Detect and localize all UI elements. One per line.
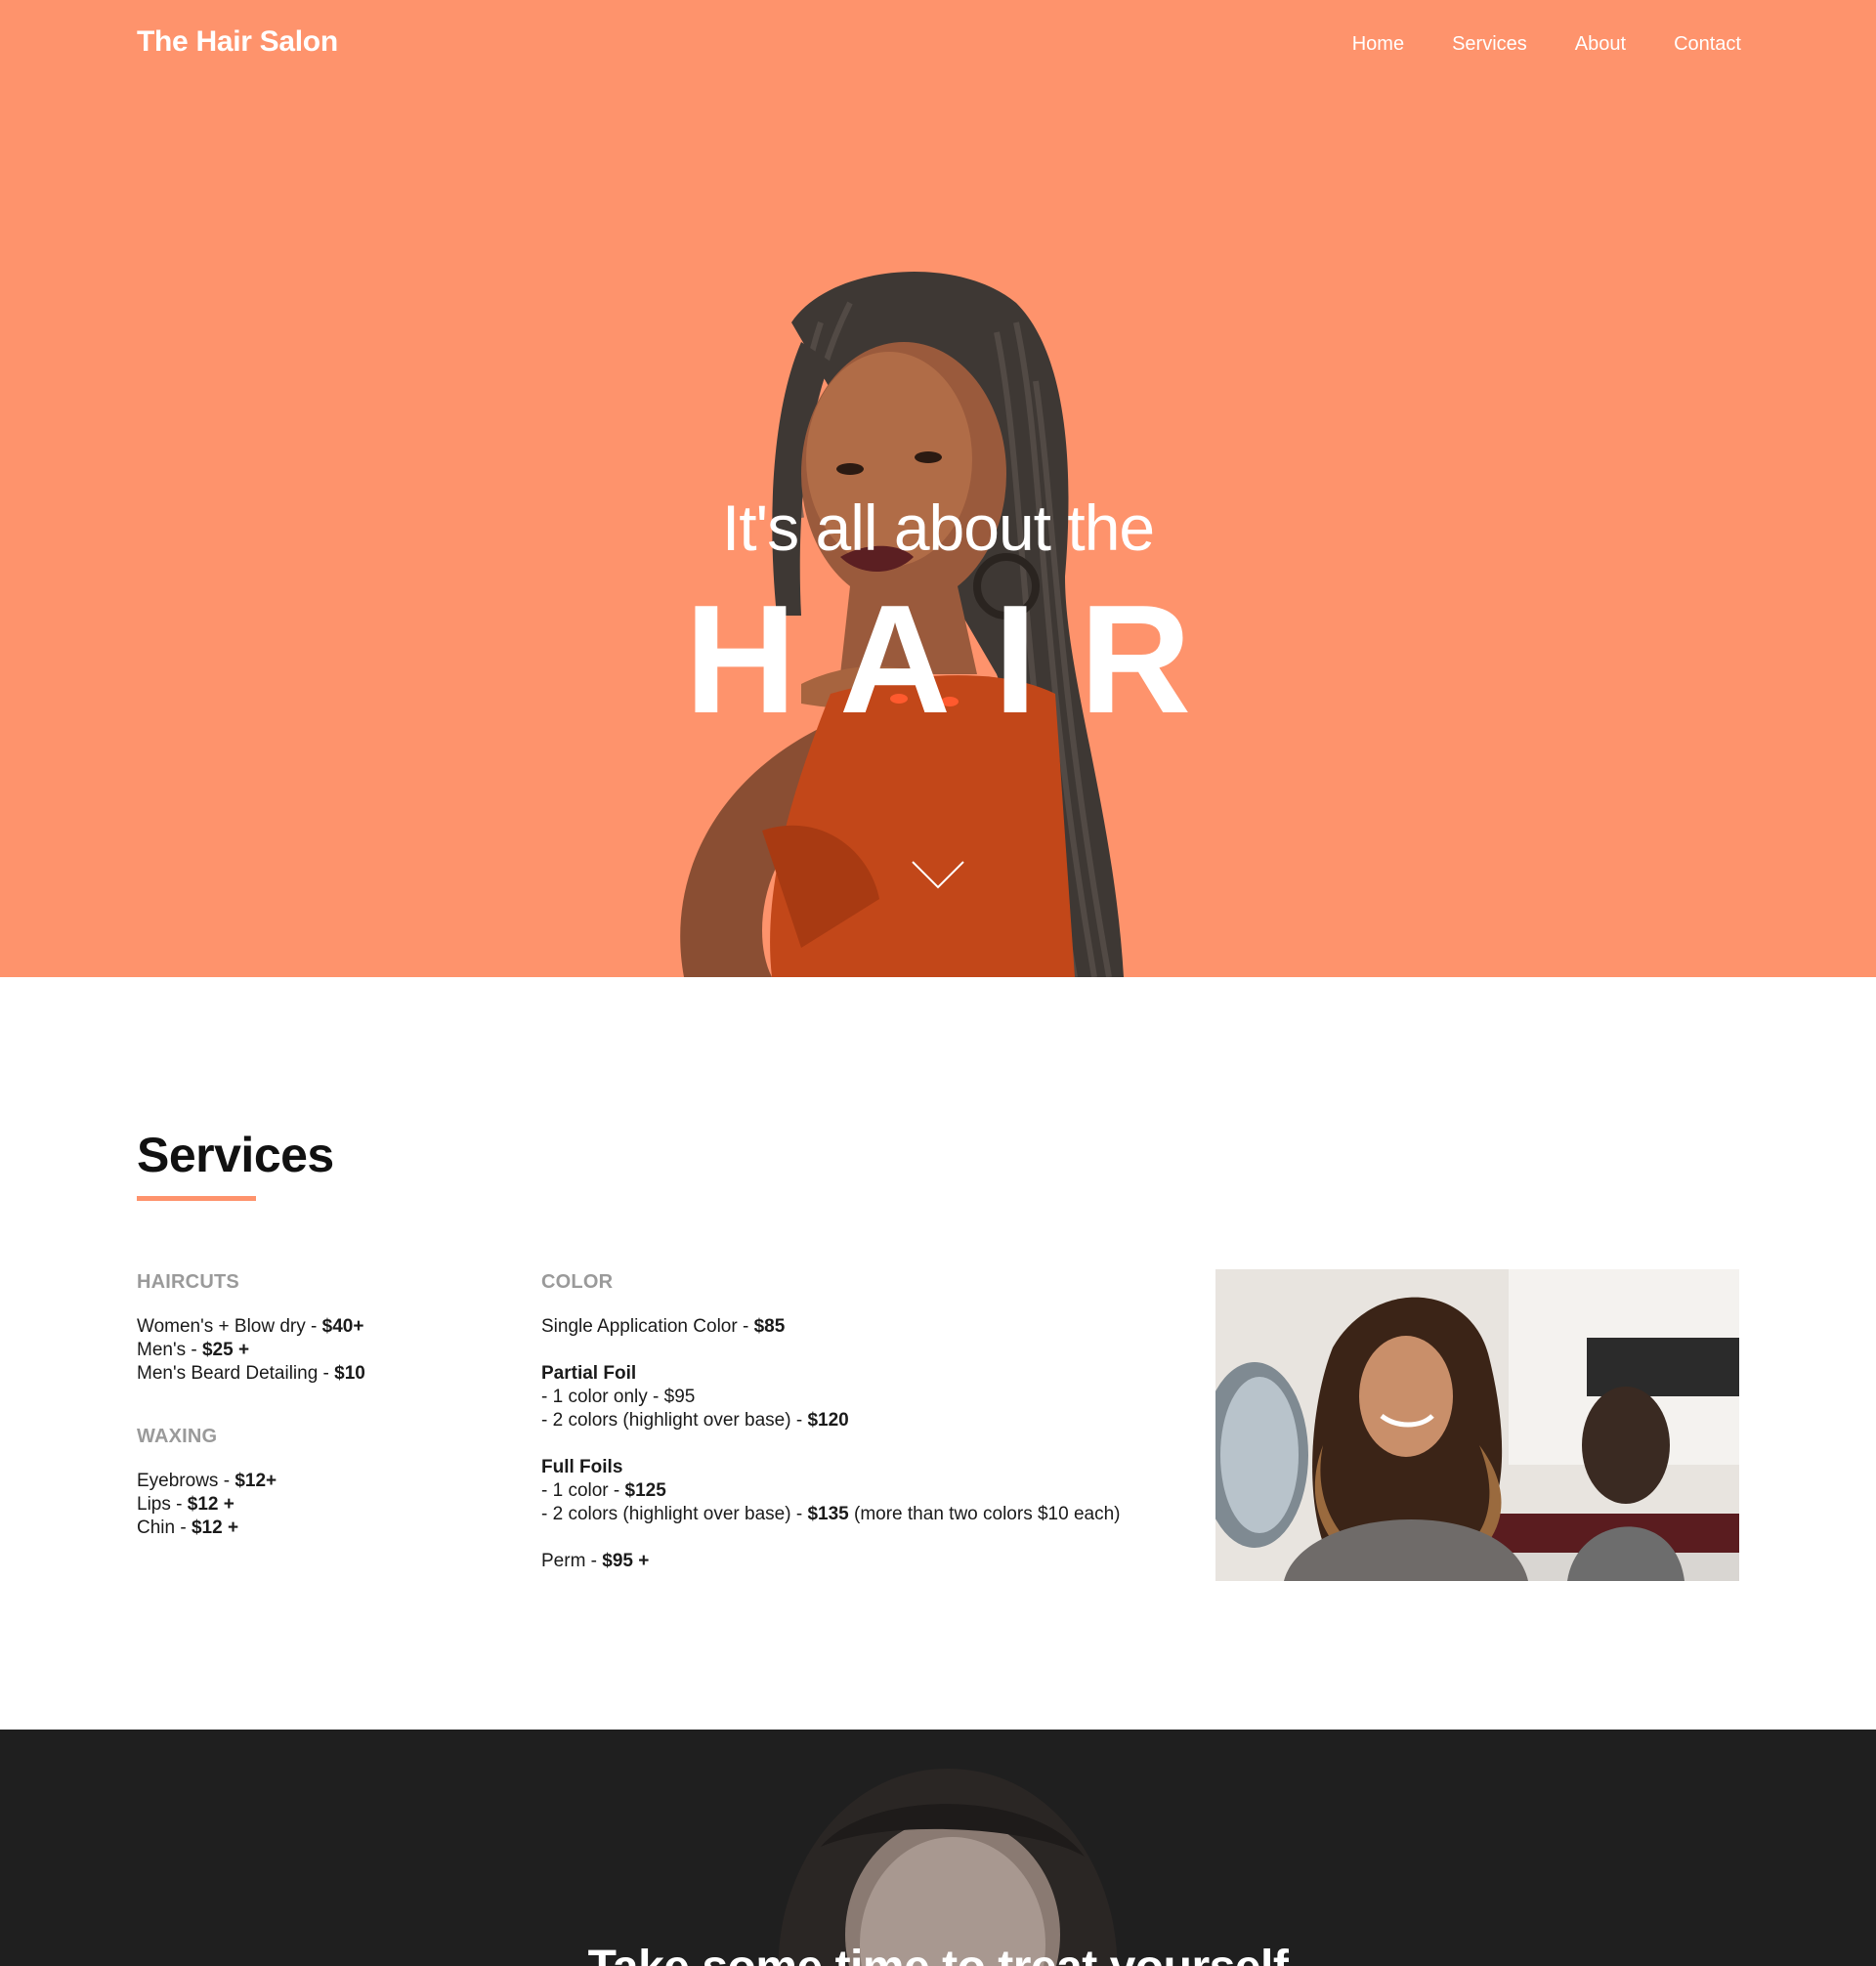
list-item: - 1 color - $125 [541, 1479, 1167, 1503]
service-label: Eyebrows - [137, 1471, 235, 1491]
category-haircuts: HAIRCUTS [137, 1271, 239, 1293]
service-label: Single Application Color - [541, 1316, 754, 1337]
service-label: Men's - [137, 1340, 202, 1360]
service-price: $120 [807, 1410, 849, 1431]
brand-logo-link[interactable]: The Hair Salon [137, 25, 338, 59]
service-price: $135 [807, 1504, 849, 1524]
service-price: $85 [753, 1316, 786, 1337]
service-price: $125 [624, 1480, 666, 1501]
nav-link-about[interactable]: About [1575, 33, 1626, 56]
service-group-title: Full Foils [541, 1457, 623, 1477]
service-price: $12 + [191, 1517, 239, 1538]
list-item: - 2 colors (highlight over base) - $120 [541, 1409, 1167, 1432]
list-item: Single Application Color - $85 [541, 1315, 1167, 1339]
treat-yourself-section: Take some time to treat yourself [0, 1730, 1876, 1966]
services-column-left: HAIRCUTS Women's + Blow dry - $40+ Men's… [137, 1270, 508, 1540]
salon-photo [1215, 1269, 1739, 1581]
service-note: (more than two colors $10 each) [848, 1504, 1121, 1524]
color-single: Single Application Color - $85 [541, 1315, 1167, 1339]
list-item: Lips - $12 + [137, 1493, 508, 1517]
service-price: $10 [334, 1363, 365, 1384]
color-partial-foil: Partial Foil - 1 color only - $95 - 2 co… [541, 1362, 1167, 1432]
service-group-title: Partial Foil [541, 1363, 637, 1384]
nav-link-contact[interactable]: Contact [1674, 33, 1741, 56]
service-label: Men's Beard Detailing - [137, 1363, 335, 1384]
category-color: COLOR [541, 1271, 614, 1293]
hero-section: The Hair Salon Home Services About Conta… [0, 0, 1876, 977]
category-waxing: WAXING [137, 1426, 218, 1447]
main-menu: Home Services About Contact [1352, 33, 1741, 56]
service-label: Chin - [137, 1517, 192, 1538]
waxing-list: Eyebrows - $12+ Lips - $12 + Chin - $12 … [137, 1470, 508, 1540]
list-item: Perm - $95 + [541, 1550, 1167, 1573]
service-price: $12+ [234, 1471, 277, 1491]
service-label: - 2 colors (highlight over base) - [541, 1504, 808, 1524]
service-price: $12 + [187, 1494, 234, 1515]
heading-underline [137, 1196, 256, 1201]
list-item: Eyebrows - $12+ [137, 1470, 508, 1493]
hero-subtitle: It's all about the [721, 492, 1155, 564]
hero-title: HAIR [684, 574, 1235, 746]
list-item: Women's + Blow dry - $40+ [137, 1315, 508, 1339]
banner-title: Take some time to treat yourself [0, 1941, 1876, 1966]
list-item: Chin - $12 + [137, 1517, 508, 1540]
service-price: $40+ [321, 1316, 364, 1337]
service-label: Lips - [137, 1494, 188, 1515]
list-item: - 1 color only - $95 [541, 1387, 696, 1407]
service-price: $95 + [602, 1551, 650, 1571]
service-label: Women's + Blow dry - [137, 1316, 322, 1337]
nav-link-home[interactable]: Home [1352, 33, 1404, 56]
services-section: Services HAIRCUTS Women's + Blow dry - $… [0, 977, 1876, 1730]
services-column-color: COLOR Single Application Color - $85 Par… [541, 1270, 1167, 1597]
chevron-down-icon[interactable] [911, 860, 965, 891]
color-full-foils: Full Foils - 1 color - $125 - 2 colors (… [541, 1456, 1167, 1526]
service-label: - 2 colors (highlight over base) - [541, 1410, 808, 1431]
service-label: Perm - [541, 1551, 603, 1571]
nav-link-services[interactable]: Services [1452, 33, 1527, 56]
list-item: Men's - $25 + [137, 1339, 508, 1362]
list-item: Men's Beard Detailing - $10 [137, 1362, 508, 1386]
services-heading: Services [137, 1128, 334, 1182]
service-label: - 1 color - [541, 1480, 625, 1501]
haircuts-list: Women's + Blow dry - $40+ Men's - $25 + … [137, 1315, 508, 1386]
navbar: The Hair Salon Home Services About Conta… [0, 0, 1876, 90]
list-item: - 2 colors (highlight over base) - $135 … [541, 1503, 1167, 1526]
service-price: $25 + [201, 1340, 250, 1360]
color-perm: Perm - $95 + [541, 1550, 1167, 1573]
banner-portrait-image [778, 1769, 1118, 1966]
